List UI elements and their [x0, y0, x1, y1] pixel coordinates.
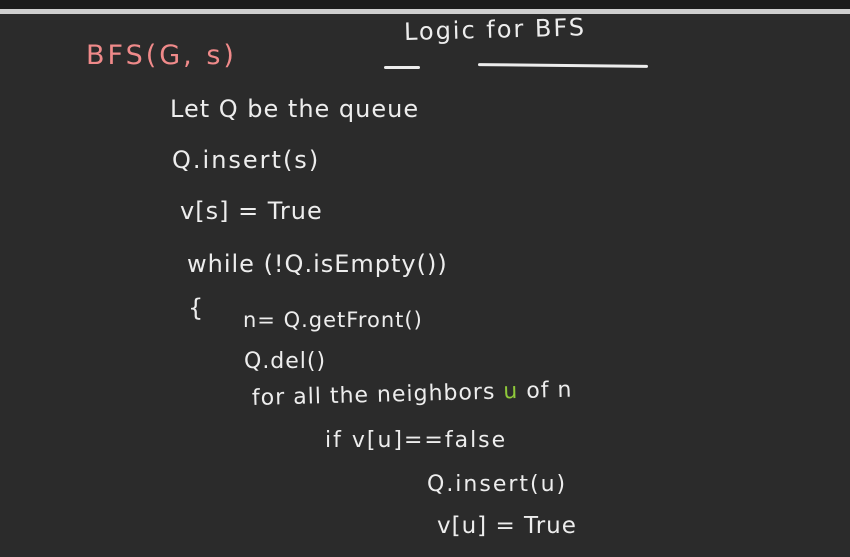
code-line-open-brace: { — [188, 294, 205, 322]
code-line-queue-declaration: Let Q be the queue — [170, 95, 420, 123]
neighbor-variable-u: u — [503, 379, 519, 405]
for-neighbors-suffix: of n — [518, 377, 573, 405]
board-title: Logic for BFS — [403, 13, 587, 46]
title-underline-left — [384, 66, 420, 69]
whiteboard-canvas: Logic for BFS BFS(G, s) Let Q be the que… — [0, 0, 850, 557]
code-line-get-front: n= Q.getFront() — [243, 308, 423, 332]
code-line-insert-source: Q.insert(s) — [172, 146, 321, 174]
code-line-dequeue: Q.del() — [244, 349, 327, 374]
code-line-mark-visited-source: v[s] = True — [180, 197, 323, 225]
code-line-insert-neighbor: Q.insert(u) — [427, 472, 568, 497]
code-line-mark-visited-neighbor: v[u] = True — [437, 513, 577, 539]
code-line-if-not-visited: if v[u]==false — [325, 428, 508, 453]
for-neighbors-prefix: for all the neighbors — [251, 379, 504, 411]
code-line-while-loop: while (!Q.isEmpty()) — [187, 250, 448, 278]
title-underline-right — [477, 63, 649, 68]
code-line-for-neighbors: for all the neighbors u of n — [252, 378, 573, 411]
function-signature: BFS(G, s) — [86, 40, 237, 71]
window-top-bar — [0, 0, 850, 9]
top-border-line — [0, 9, 850, 14]
